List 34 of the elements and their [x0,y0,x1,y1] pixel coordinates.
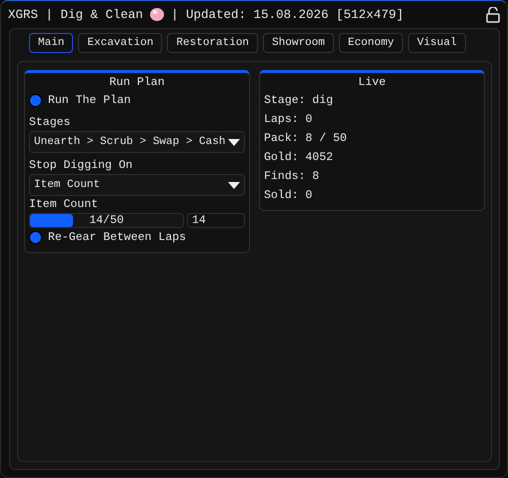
stat-line: Stage: dig [264,93,334,109]
radio-toggle[interactable] [29,231,42,244]
stat-line: Laps: 0 [264,112,314,128]
toggle-label: Run The Plan [48,94,131,107]
stat-line: Finds: 8 [264,169,320,185]
tab[interactable]: Excavation [78,33,162,53]
emoji-icon [149,7,166,22]
tab[interactable]: Economy [338,33,404,53]
tab[interactable]: Restoration [167,33,258,53]
unlock-icon[interactable] [486,6,500,22]
stat-line: Sold: 0 [264,188,314,204]
dropdown[interactable]: Unearth > Scrub > Swap > Cash [29,131,245,153]
slider[interactable]: 14/50 [29,213,184,228]
slider-reading: 14/50 [89,214,124,227]
card-title: Live [357,75,387,91]
caret-icon [228,182,240,188]
field-label: Stages [29,115,72,131]
update-info: | Updated: 15.08.2026 [512x479] [171,8,404,22]
dropdown[interactable]: Item Count [29,174,245,196]
field-label: Stop Digging On [29,158,134,174]
dropdown-value: Item Count [34,179,100,191]
stat-line: Pack: 8 / 50 [264,131,348,147]
card-title: Run Plan [108,75,166,91]
stat-line: Gold: 4052 [264,150,334,166]
tab[interactable]: Showroom [263,33,334,53]
toggle-label: Re-Gear Between Laps [48,231,186,244]
field-label: Item Count [29,197,100,213]
tab[interactable]: Visual [408,33,466,53]
number-input[interactable]: 14 [187,213,245,228]
tab[interactable]: Main [29,33,74,53]
radio-toggle[interactable] [29,94,42,107]
caret-icon [228,138,240,146]
window-title: XGRS | Dig & Clean [8,8,144,22]
dropdown-value: Unearth > Scrub > Swap > Cash [34,136,226,148]
